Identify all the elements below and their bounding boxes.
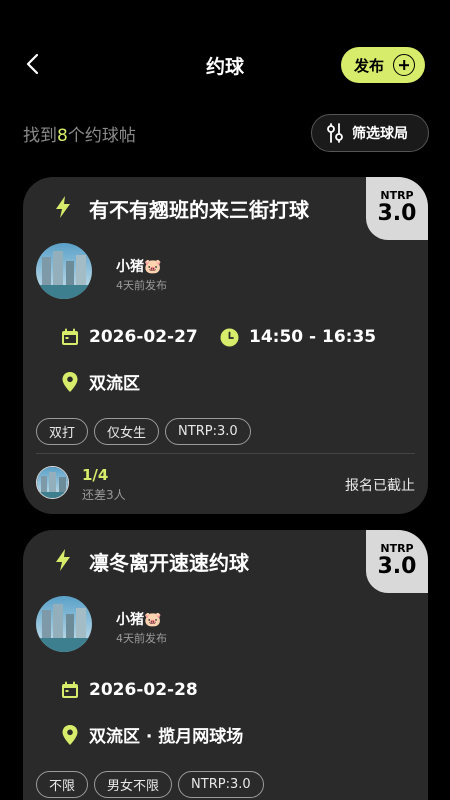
lightning-icon xyxy=(56,549,70,571)
ntrp-label: NTRP xyxy=(380,189,414,202)
result-count-suffix: 个约球帖 xyxy=(67,126,136,146)
filter-sliders-icon xyxy=(327,123,343,143)
registration-status: 报名已截止 xyxy=(345,478,415,494)
ntrp-badge: NTRP 3.0 xyxy=(366,177,428,240)
tag: 男女不限 xyxy=(94,771,173,798)
match-title: 凛冬离开速速约球 xyxy=(89,551,249,575)
tag-list: 不限 男女不限 NTRP:3.0 xyxy=(36,771,264,798)
ntrp-badge: NTRP 3.0 xyxy=(366,530,428,593)
calendar-icon xyxy=(62,328,78,345)
location-row: 双流区 xyxy=(61,369,140,394)
ntrp-value: 3.0 xyxy=(377,201,417,226)
avatar[interactable] xyxy=(36,243,92,299)
username: 小猪🐷 xyxy=(116,259,162,275)
publish-button-label: 发布 xyxy=(354,56,385,75)
match-location: 双流区 xyxy=(89,374,140,394)
date-row: 2026-02-28 xyxy=(61,680,198,700)
tag-list: 双打 仅女生 NTRP:3.0 xyxy=(36,418,251,445)
filter-button[interactable]: 筛选球局 xyxy=(311,114,429,152)
filter-button-label: 筛选球局 xyxy=(352,126,408,142)
match-time: 14:50 - 16:35 xyxy=(249,327,377,347)
post-time: 4天前发布 xyxy=(116,632,167,645)
ntrp-label: NTRP xyxy=(380,542,414,555)
tag: 双打 xyxy=(36,418,89,445)
location-row: 双流区 · 揽月网球场 xyxy=(61,722,243,747)
tag: NTRP:3.0 xyxy=(165,418,251,445)
tag: 仅女生 xyxy=(94,418,160,445)
publish-button[interactable]: 发布 xyxy=(341,47,425,83)
ntrp-value: 3.0 xyxy=(377,554,417,579)
match-date: 2026-02-27 xyxy=(89,327,198,347)
match-location: 双流区 · 揽月网球场 xyxy=(89,727,244,747)
tag: NTRP:3.0 xyxy=(178,771,264,798)
username: 小猪🐷 xyxy=(116,612,162,628)
post-time: 4天前发布 xyxy=(116,279,167,292)
app-header: 约球 发布 xyxy=(0,0,450,130)
match-card[interactable]: 凛冬离开速速约球 NTRP 3.0 小猪🐷 4天前发布 2026-02-28 双… xyxy=(23,530,428,800)
participant-avatar xyxy=(36,466,69,499)
lightning-icon xyxy=(56,196,70,218)
match-date: 2026-02-28 xyxy=(89,680,198,700)
divider xyxy=(36,453,415,454)
match-title: 有不有翘班的来三街打球 xyxy=(89,198,309,222)
clock-icon xyxy=(220,328,239,346)
match-card[interactable]: 有不有翘班的来三街打球 NTRP 3.0 小猪🐷 4天前发布 2026-02-2… xyxy=(23,177,428,514)
calendar-icon xyxy=(62,681,78,698)
location-pin-icon xyxy=(62,371,78,392)
result-count: 找到8个约球帖 xyxy=(23,121,136,146)
slots-remaining: 还差3人 xyxy=(82,488,126,502)
plus-circle-icon xyxy=(393,54,415,76)
tag: 不限 xyxy=(36,771,89,798)
result-count-prefix: 找到 xyxy=(23,126,57,146)
time-row: 14:50 - 16:35 xyxy=(220,327,376,347)
avatar[interactable] xyxy=(36,596,92,652)
slot-count: 1/4 xyxy=(82,466,109,484)
location-pin-icon xyxy=(62,724,78,745)
result-count-number: 8 xyxy=(57,126,68,146)
date-row: 2026-02-27 xyxy=(61,327,198,347)
